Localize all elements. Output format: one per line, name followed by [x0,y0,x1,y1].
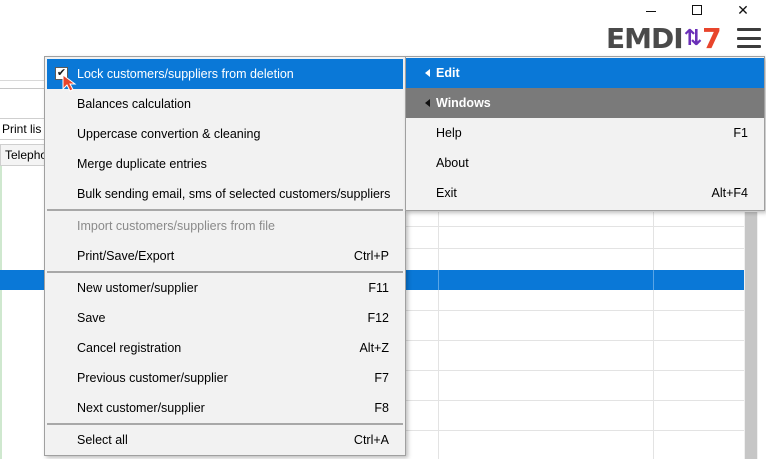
close-icon: ✕ [737,1,749,18]
divider [0,80,46,81]
maximize-button[interactable] [674,0,720,20]
menu-item-edit[interactable]: Edit [406,58,764,88]
grid-column-strip [0,166,2,459]
vertical-scrollbar[interactable] [744,212,758,459]
hamburger-menu-icon[interactable] [737,28,761,48]
app-logo: EMDI ⇅ 7 [606,21,722,55]
divider [0,88,46,89]
menu-item-merge-duplicates[interactable]: Merge duplicate entries [47,149,403,179]
context-menu: ✔ Lock customers/suppliers from deletion… [44,56,406,456]
column-header-telephone[interactable]: Telepho [0,144,46,166]
print-list-button[interactable]: Print lis [0,118,46,140]
app-window: ✕ EMDI ⇅ 7 Print lis Telepho ✔ Lock cust… [0,0,766,459]
menu-item-windows[interactable]: Windows [406,88,764,118]
scrollbar-thumb[interactable] [745,212,757,459]
grid-divider [438,212,439,459]
table-row [404,310,744,311]
close-button[interactable]: ✕ [720,0,766,20]
menu-item-previous-customer[interactable]: Previous customer/supplier F7 [47,363,403,393]
menu-item-bulk-sending[interactable]: Bulk sending email, sms of selected cust… [47,179,403,209]
minimize-button[interactable] [628,0,674,20]
menu-item-save[interactable]: Save F12 [47,303,403,333]
submenu-arrow-icon [425,99,430,107]
main-menu-panel: Edit Windows Help F1 About Exit Alt+F4 [405,56,765,211]
menu-item-exit[interactable]: Exit Alt+F4 [406,178,764,208]
menu-item-next-customer[interactable]: Next customer/supplier F8 [47,393,403,423]
maximize-icon [692,5,702,15]
menu-item-help[interactable]: Help F1 [406,118,764,148]
submenu-arrow-icon [425,69,430,77]
table-row [404,248,744,249]
table-row [404,340,744,341]
menu-item-import-from-file: Import customers/suppliers from file [77,219,275,233]
menu-item-print-save-export[interactable]: Print/Save/Export Ctrl+P [47,241,403,271]
menu-item-balances-calculation[interactable]: Balances calculation [47,89,403,119]
table-row [404,370,744,371]
menu-item-select-all[interactable]: Select all Ctrl+A [47,425,403,455]
table-row [404,226,744,227]
menu-item-lock-customers[interactable]: ✔ Lock customers/suppliers from deletion [47,59,403,92]
data-grid [404,212,744,459]
menu-item-uppercase-cleaning[interactable]: Uppercase convertion & cleaning [47,119,403,149]
table-row [404,430,744,431]
grid-divider [653,212,654,459]
menu-item-new-customer[interactable]: New ustomer/supplier F11 [47,273,403,303]
menu-item-about[interactable]: About [406,148,764,178]
table-row [404,400,744,401]
minimize-icon [646,10,656,12]
menu-item-cancel-registration[interactable]: Cancel registration Alt+Z [47,333,403,363]
